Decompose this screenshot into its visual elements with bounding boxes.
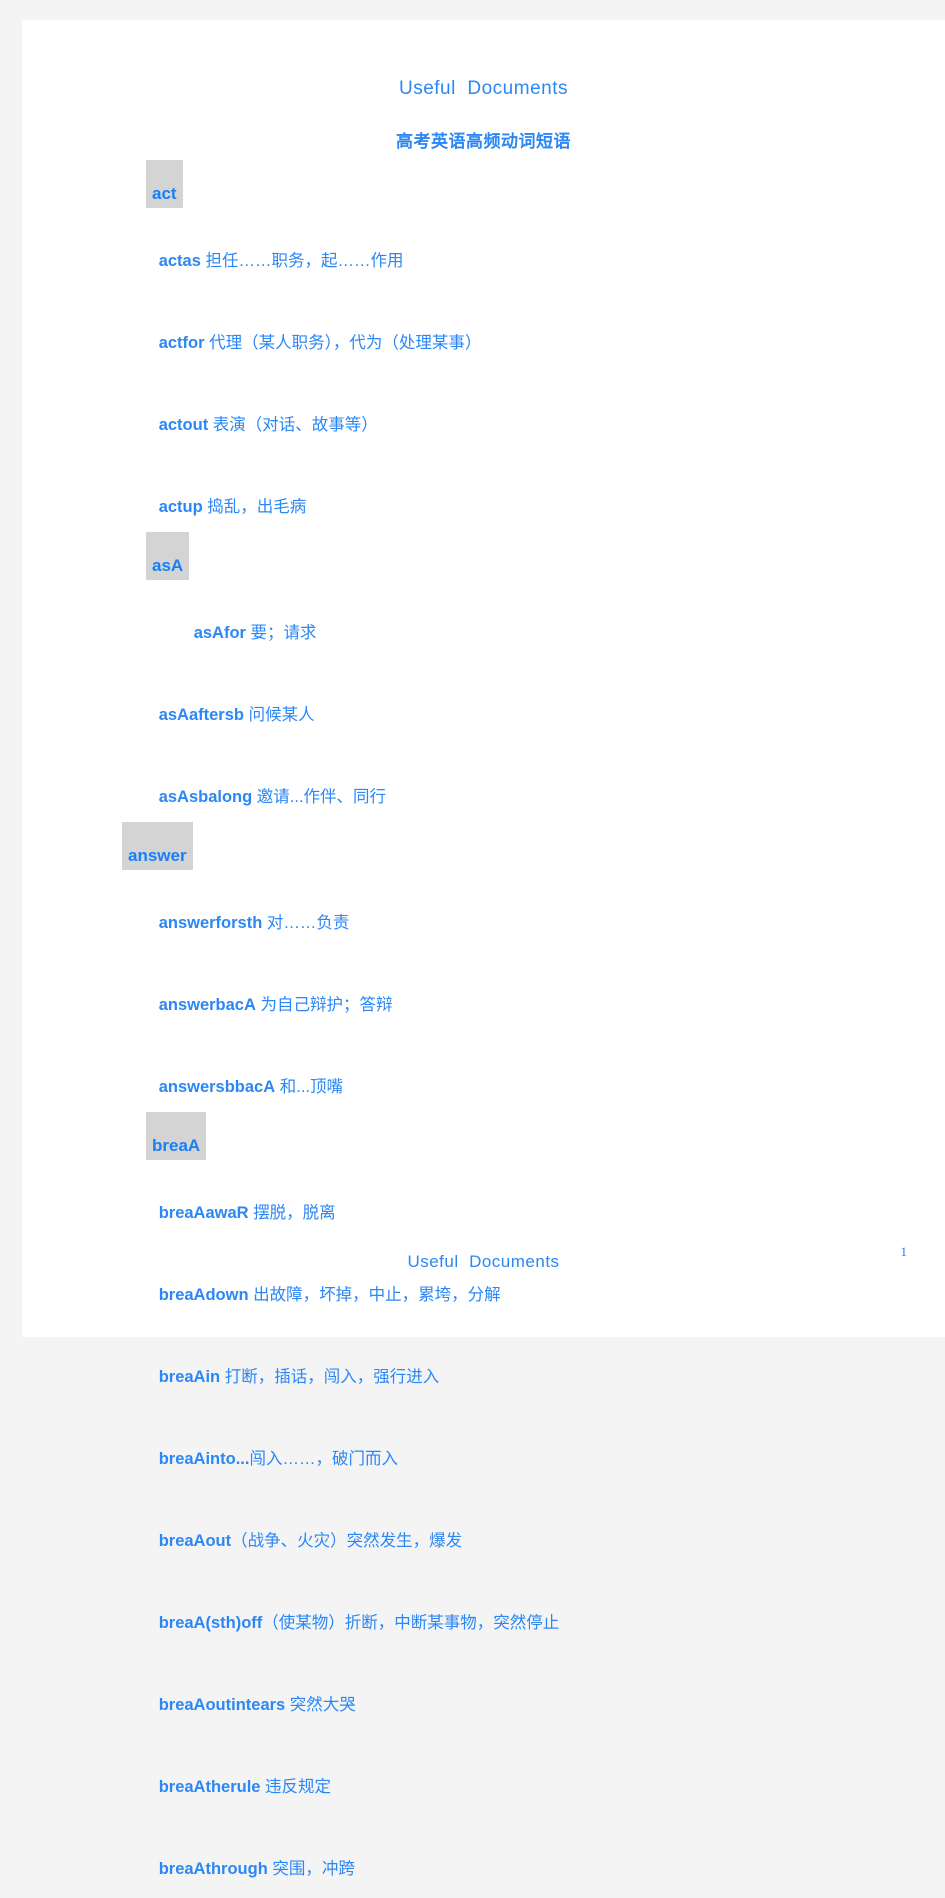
- phrase-group: breaA breaAawaR 摆脱，脱离 breaAdown 出故障，坏掉，中…: [122, 1112, 905, 1898]
- document-header: Useful Documents: [22, 20, 945, 100]
- phrase-term: breaAawaR: [158, 1204, 249, 1222]
- phrase-term: asAsbalong: [158, 788, 253, 806]
- phrase-term: breaAoutintears: [158, 1696, 286, 1714]
- phrase-entry: actout 表演（对话、故事等）: [122, 372, 905, 454]
- phrase-term: breaA(sth)off: [158, 1614, 263, 1632]
- phrase-entry: breaAawaR 摆脱，脱离: [122, 1160, 905, 1242]
- phrase-gloss: 表演（对话、故事等）: [208, 416, 378, 434]
- phrase-entry: breaAtherule 违反规定: [122, 1734, 905, 1816]
- phrase-gloss: 问候某人: [243, 706, 315, 724]
- phrase-group: act actas 担任……职务，起……作用 actfor 代理（某人职务），代…: [122, 160, 905, 536]
- phrase-gloss: 突围，冲跨: [267, 1860, 355, 1878]
- phrase-term: breaAdown: [158, 1286, 249, 1304]
- phrase-gloss: 捣乱，出毛病: [202, 498, 307, 516]
- phrase-entry: breaAthrough 突围，冲跨: [122, 1816, 905, 1898]
- phrase-term: breaAin: [158, 1368, 221, 1386]
- footer-title: Useful Documents: [407, 1252, 560, 1271]
- phrase-entry: breaA(sth)off（使某物）折断，中断某事物，突然停止: [122, 1570, 905, 1652]
- phrase-gloss: 突然大哭: [285, 1696, 356, 1714]
- phrase-term: asAaftersb: [158, 706, 244, 724]
- phrase-term: breaAthrough: [158, 1860, 268, 1878]
- document-footer: Useful Documents 1: [22, 1244, 945, 1282]
- page-number: 1: [900, 1244, 908, 1259]
- phrase-group: answer answerforsth 对……负责 answerbacA 为自己…: [122, 822, 905, 1116]
- phrase-entry: asAfor 要；请求: [122, 580, 905, 662]
- phrase-term: breaAinto...: [158, 1450, 250, 1468]
- phrase-gloss: （使某物）折断，中断某事物，突然停止: [262, 1614, 560, 1632]
- phrase-entry: breaAoutintears 突然大哭: [122, 1652, 905, 1734]
- phrase-entry: breaAin 打断，插话，闯入，强行进入: [122, 1324, 905, 1406]
- phrase-term: actup: [158, 498, 203, 516]
- document-body: act actas 担任……职务，起……作用 actfor 代理（某人职务），代…: [22, 160, 945, 1898]
- group-heading-label: asA: [146, 532, 190, 580]
- phrase-term: asAfor: [193, 624, 246, 642]
- phrase-entry: asAsbalong 邀请...作伴、同行: [122, 744, 905, 826]
- phrase-entry: answerforsth 对……负责: [122, 870, 905, 952]
- group-heading-label: act: [146, 160, 183, 208]
- phrase-entry: answersbbacA 和...顶嘴: [122, 1034, 905, 1116]
- phrase-entry: breaAout（战争、火灾）突然发生，爆发: [122, 1488, 905, 1570]
- phrase-entry: asAaftersb 问候某人: [122, 662, 905, 744]
- phrase-term: actout: [158, 416, 209, 434]
- header-title: Useful Documents: [398, 78, 568, 99]
- group-heading: breaA: [122, 1112, 905, 1160]
- phrase-term: breaAtherule: [158, 1778, 261, 1796]
- page-title: 高考英语高频动词短语: [396, 132, 571, 151]
- phrase-entry: answerbacA 为自己辩护；答辩: [122, 952, 905, 1034]
- phrase-gloss: 违反规定: [260, 1778, 332, 1796]
- document-page: Useful Documents 高考英语高频动词短语 act actas 担任…: [22, 20, 945, 1878]
- phrase-gloss: 邀请...作伴、同行: [252, 788, 387, 806]
- phrase-gloss: 代理（某人职务），代为（处理某事）: [204, 334, 482, 352]
- group-heading-label: breaA: [146, 1112, 207, 1160]
- phrase-term: breaAout: [158, 1532, 232, 1550]
- phrase-entry: actup 捣乱，出毛病: [122, 454, 905, 536]
- group-heading-label: answer: [122, 822, 193, 870]
- phrase-gloss: 对……负责: [262, 914, 350, 932]
- phrase-gloss: 出故障，坏掉，中止，累垮，分解: [248, 1286, 501, 1304]
- phrase-entry: breaAinto...闯入……，破门而入: [122, 1406, 905, 1488]
- phrase-term: answerforsth: [158, 914, 263, 932]
- phrase-term: actas: [158, 252, 201, 270]
- group-heading: asA: [122, 532, 905, 580]
- phrase-gloss: 闯入……，破门而入: [249, 1450, 398, 1468]
- phrase-entry: actas 担任……职务，起……作用: [122, 208, 905, 290]
- phrase-term: answersbbacA: [158, 1078, 276, 1096]
- group-heading: act: [122, 160, 905, 208]
- phrase-term: answerbacA: [158, 996, 256, 1014]
- phrase-gloss: 为自己辩护；答辩: [255, 996, 393, 1014]
- phrase-entry: actfor 代理（某人职务），代为（处理某事）: [122, 290, 905, 372]
- phrase-gloss: （战争、火灾）突然发生，爆发: [231, 1532, 463, 1550]
- document-title-block: 高考英语高频动词短语: [22, 127, 945, 152]
- phrase-group: asA asAfor 要；请求 asAaftersb 问候某人 asAsbalo…: [122, 532, 905, 826]
- phrase-term: actfor: [158, 334, 205, 352]
- phrase-gloss: 担任……职务，起……作用: [200, 252, 404, 270]
- phrase-gloss: 要；请求: [245, 624, 317, 642]
- phrase-gloss: 和...顶嘴: [275, 1078, 343, 1096]
- phrase-gloss: 打断，插话，闯入，强行进入: [220, 1368, 440, 1386]
- group-heading: answer: [122, 822, 905, 870]
- phrase-gloss: 摆脱，脱离: [248, 1204, 336, 1222]
